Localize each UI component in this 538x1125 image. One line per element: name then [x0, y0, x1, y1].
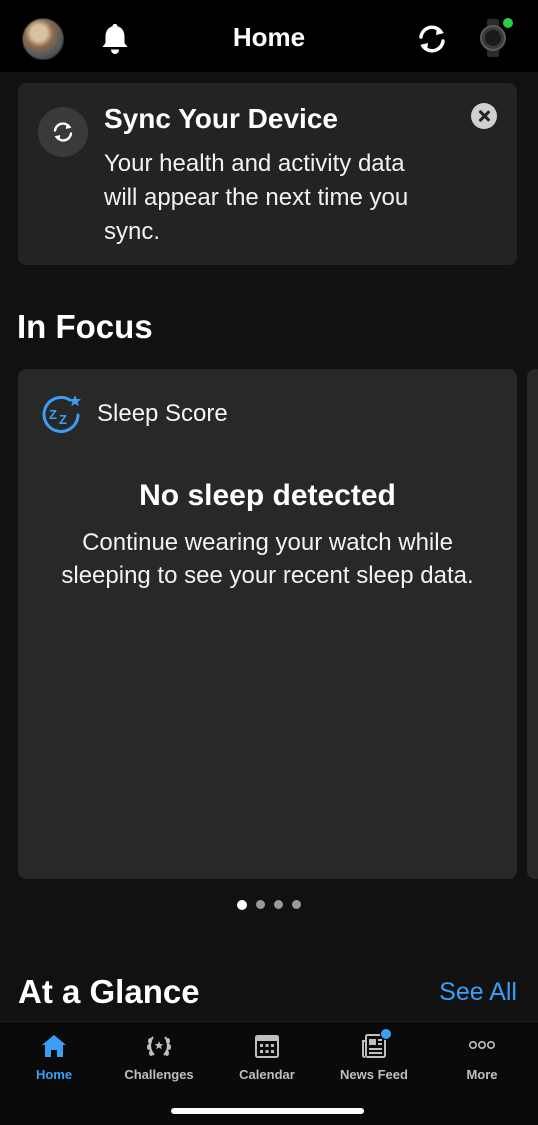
sync-card-text: Your health and activity data will appea… [104, 150, 409, 245]
next-focus-card[interactable] [527, 369, 538, 879]
top-bar: Home [0, 0, 538, 72]
sleep-heading: No sleep detected [139, 479, 396, 512]
close-icon[interactable] [471, 103, 497, 129]
sleep-score-card[interactable]: Z Z Sleep Score No sleep detected Contin… [18, 369, 517, 879]
laurel-icon [147, 1036, 171, 1056]
home-icon [42, 1035, 66, 1057]
sync-device-card[interactable]: Sync Your Device Your health and activit… [18, 83, 517, 265]
pager-dots[interactable] [0, 900, 538, 910]
tab-label: More [466, 1067, 498, 1082]
tab-news-feed[interactable]: News Feed [320, 1028, 428, 1092]
device-status-dot [503, 18, 513, 28]
tab-label: Home [35, 1067, 73, 1082]
see-all-link[interactable]: See All [439, 978, 517, 1007]
tab-label: News Feed [340, 1067, 408, 1082]
sleep-body-text: Continue wearing your watch while sleepi… [61, 529, 474, 589]
sync-icon [38, 107, 88, 157]
tab-home[interactable]: Home [0, 1032, 108, 1092]
svg-text:Z: Z [59, 412, 67, 427]
tab-label: Calendar [239, 1067, 295, 1082]
home-indicator[interactable] [171, 1108, 364, 1114]
pager-dot[interactable] [292, 900, 301, 909]
more-icon [468, 1041, 495, 1050]
tab-challenges[interactable]: Challenges [105, 1032, 213, 1092]
tab-calendar[interactable]: Calendar [213, 1032, 321, 1092]
tab-more[interactable]: More [428, 1032, 536, 1092]
svg-text:Z: Z [49, 407, 57, 422]
tab-label: Challenges [124, 1067, 194, 1082]
calendar-icon [255, 1035, 279, 1058]
in-focus-title: In Focus [17, 308, 153, 345]
sync-icon[interactable] [414, 22, 450, 56]
sync-card-title: Sync Your Device [104, 103, 338, 134]
sleep-score-label: Sleep Score [97, 400, 228, 427]
page-title: Home [232, 22, 306, 52]
sleep-icon: Z Z [40, 393, 84, 435]
pager-dot[interactable] [237, 900, 247, 910]
pager-dot[interactable] [256, 900, 265, 909]
at-a-glance-title: At a Glance [18, 973, 200, 1010]
notification-badge [380, 1028, 392, 1040]
pager-dot[interactable] [274, 900, 283, 909]
